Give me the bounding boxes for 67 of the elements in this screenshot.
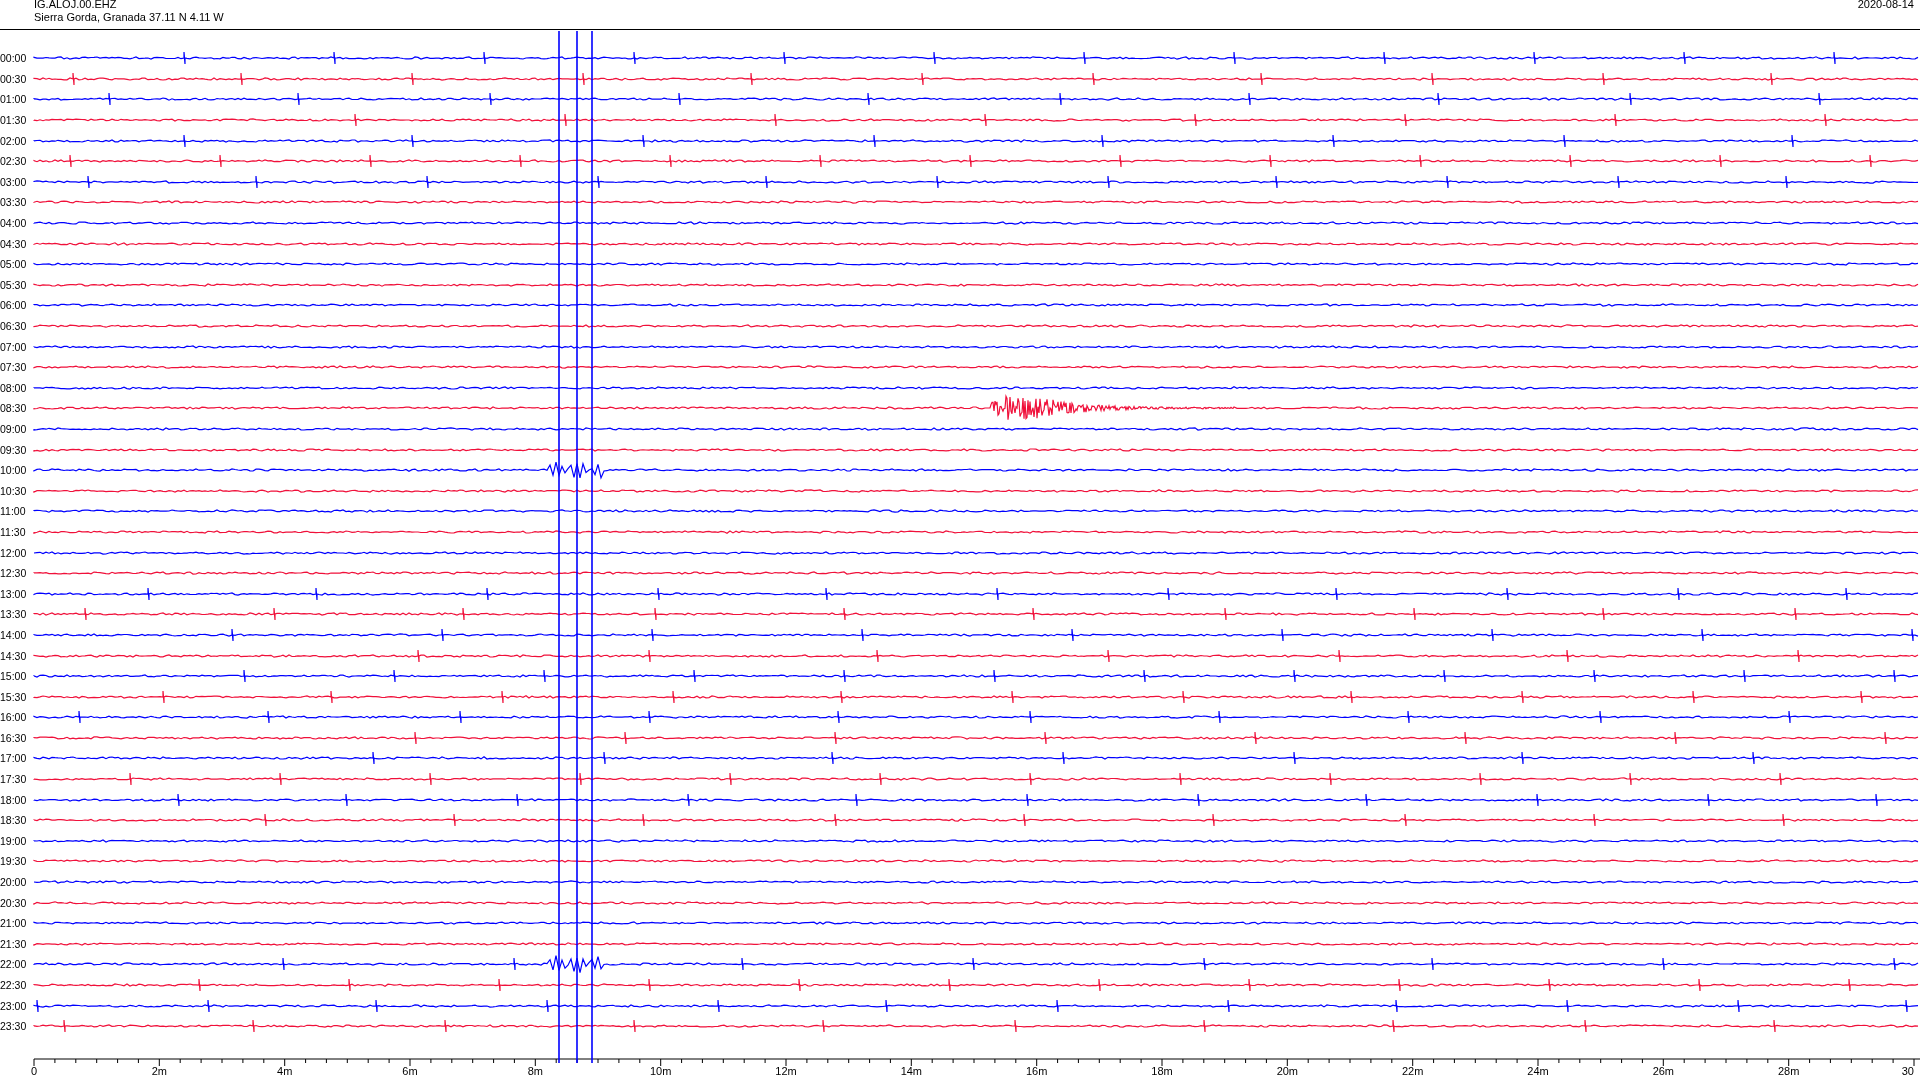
time-label: 09:30: [0, 443, 28, 456]
time-label: 06:30: [0, 320, 28, 332]
time-label: 22:00: [0, 958, 28, 971]
time-label: 17:00: [0, 752, 28, 765]
axis-label: 30: [1901, 1064, 1914, 1077]
axis-label: 14m: [900, 1064, 923, 1077]
axis-label: 20m: [1276, 1064, 1299, 1077]
time-label: 21:00: [0, 917, 28, 930]
time-label: 14:30: [0, 649, 28, 662]
time-label: 11:00: [0, 505, 27, 518]
time-label: 04:00: [0, 217, 28, 230]
time-label: 15:00: [0, 670, 28, 683]
time-label: 13:00: [0, 587, 28, 600]
time-label: 05:00: [0, 258, 28, 271]
axis-label: 22m: [1401, 1064, 1424, 1077]
time-label: 12:30: [0, 567, 28, 580]
axis-label: 16m: [1025, 1064, 1048, 1077]
axis-label: 12m: [775, 1064, 797, 1077]
axis-label: 4m: [277, 1064, 293, 1077]
axis-label: 26m: [1652, 1064, 1675, 1077]
date-label: 2020-08-14: [1857, 0, 1914, 12]
time-label: 07:00: [0, 340, 28, 353]
time-label: 23:30: [0, 1020, 28, 1033]
time-label: 20:30: [0, 896, 28, 909]
time-label: 19:30: [0, 855, 28, 868]
time-label: 01:00: [0, 93, 28, 106]
axis-label: 6m: [402, 1064, 418, 1077]
time-label: 08:30: [0, 402, 28, 415]
time-label: 07:30: [0, 361, 28, 374]
time-label: 00:00: [0, 52, 28, 65]
time-label: 03:00: [0, 175, 28, 188]
time-label: 18:30: [0, 814, 28, 827]
time-label: 06:00: [0, 299, 28, 312]
station-location: Sierra Gorda, Granada 37.11 N 4.11 W: [34, 11, 224, 24]
time-label: 02:00: [0, 134, 28, 147]
axis-label: 2m: [151, 1064, 167, 1077]
time-label: 08:00: [0, 381, 28, 394]
time-label: 12:00: [0, 546, 28, 559]
axis-label: 0: [30, 1064, 38, 1077]
time-label: 17:30: [0, 773, 28, 786]
time-label: 23:00: [0, 999, 28, 1012]
station-code: IG.ALOJ.00.EHZ: [34, 0, 118, 11]
time-label: 00:30: [0, 72, 28, 85]
time-label: 18:00: [0, 793, 28, 806]
axis-label: 8m: [527, 1064, 543, 1077]
time-label: 15:30: [0, 690, 28, 703]
time-label: 16:00: [0, 711, 28, 724]
axis-label: 28m: [1777, 1064, 1800, 1077]
time-label: 21:30: [0, 937, 28, 950]
time-label: 20:00: [0, 876, 28, 889]
time-label: 05:30: [0, 278, 28, 291]
time-label: 01:30: [0, 114, 28, 127]
time-label: 11:30: [0, 525, 27, 538]
time-label: 10:00: [0, 464, 28, 477]
axis-label: 24m: [1527, 1064, 1549, 1077]
time-label: 09:00: [0, 423, 28, 435]
time-label: 14:00: [0, 628, 28, 641]
time-label: 04:30: [0, 237, 28, 250]
axis-label: 18m: [1151, 1064, 1173, 1077]
time-label: 02:30: [0, 155, 28, 168]
time-label: 22:30: [0, 979, 28, 991]
time-label: 19:00: [0, 834, 28, 847]
time-label: 16:30: [0, 731, 28, 744]
axis-label: 10m: [649, 1064, 672, 1077]
time-label: 10:30: [0, 484, 28, 497]
time-label: 03:30: [0, 196, 28, 209]
time-label: 13:30: [0, 608, 28, 621]
